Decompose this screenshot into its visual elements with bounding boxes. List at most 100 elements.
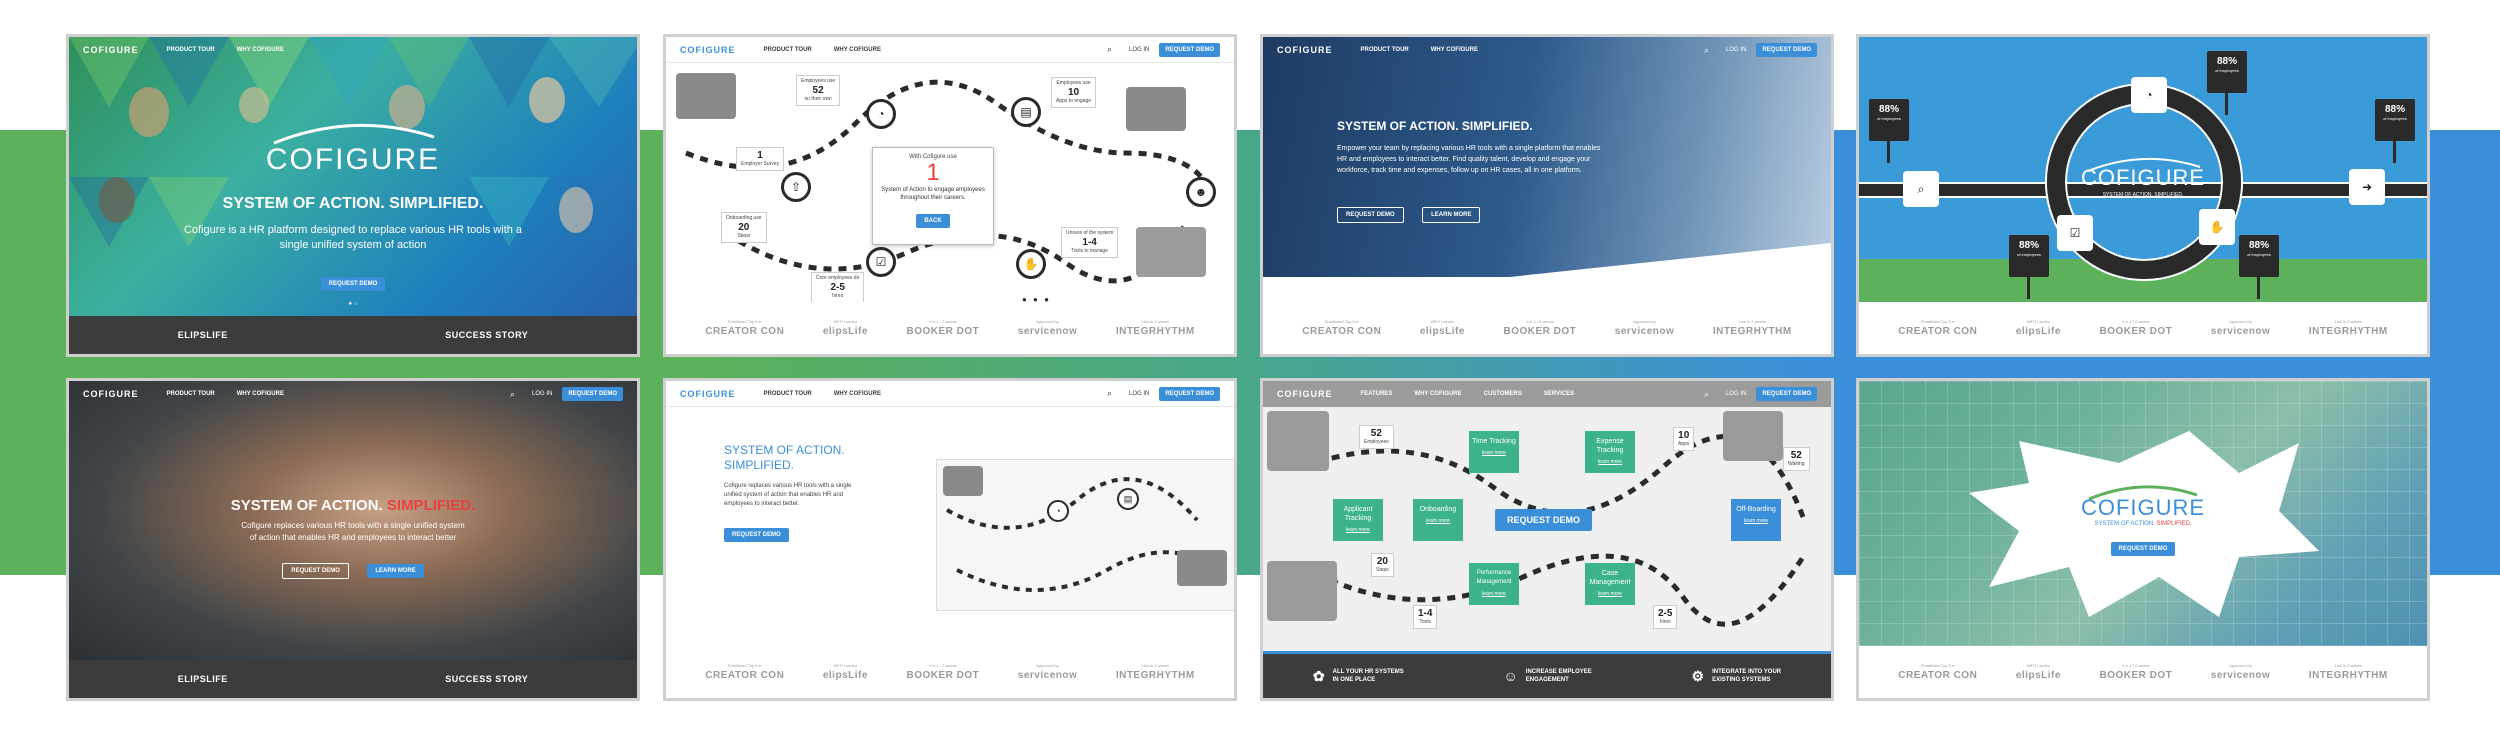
hero-tagline: SYSTEM OF ACTION. SIMPLIFIED. (2094, 521, 2192, 527)
document-icon: ▤ (1011, 97, 1041, 127)
handshake-icon: ✋ (2199, 209, 2235, 245)
modal-back-button[interactable]: BACK (916, 214, 950, 228)
hero-tagline: SYSTEM OF ACTION. SIMPLIFIED. (2102, 192, 2184, 198)
footer-success-story-link[interactable]: SUCCESS STORY (445, 674, 528, 684)
nav-login[interactable]: LOG IN (1726, 47, 1746, 53)
partner-logo: Shortlisted Top 5 in CREATOR CON (1302, 319, 1382, 337)
partner-logo: 1 in 1 / 2 weeks BOOKER DOT (906, 663, 980, 681)
request-demo-button[interactable]: REQUEST DEMO (2110, 542, 2176, 556)
partner-logos: Shortlisted Top 5 in CREATOR CON HRTI / s… (666, 302, 1234, 354)
search-icon[interactable]: ⌕ (1107, 388, 1119, 399)
customer-footer: ELIPSLIFE SUCCESS STORY (69, 316, 637, 354)
partner-logo: Live in 2 weeks INTEGRHYTHM (1712, 319, 1792, 337)
carousel-dots: ● ○ (348, 301, 358, 307)
office-desk-illustration (1723, 411, 1783, 461)
clock-icon: ◔ (1047, 500, 1069, 522)
request-demo-button[interactable]: REQUEST DEMO (320, 277, 386, 291)
nav-why-cofigure[interactable]: WHY COFIGURE (834, 391, 881, 397)
learn-more-button[interactable]: LEARN MORE (1422, 207, 1481, 223)
learn-more-link[interactable]: learn more (1585, 590, 1635, 599)
learn-more-link[interactable]: learn more (1469, 449, 1519, 458)
hero-body-line2: of action that enables HR and employees … (249, 533, 457, 542)
search-icon[interactable]: ⌕ (510, 389, 522, 400)
feature-tile-expense-tracking[interactable]: Expense Tracking learn more (1585, 431, 1635, 473)
search-icon[interactable]: ⌕ (1704, 389, 1716, 400)
nav-product-tour[interactable]: PRODUCT TOUR (764, 391, 812, 397)
top-navigation: COFIGURE PRODUCT TOUR WHY COFIGURE ⌕ LOG… (666, 37, 1234, 63)
nav-request-demo-button[interactable]: REQUEST DEMO (1159, 386, 1220, 401)
paw-icon: ✿ (1312, 668, 1325, 684)
learn-more-link[interactable]: learn more (1585, 458, 1635, 467)
nav-login[interactable]: LOG IN (1129, 47, 1149, 53)
feature-bar: ✿ ALL YOUR HR SYSTEMS IN ONE PLACE ☺ INCREA… (1263, 654, 1831, 698)
footer-success-story-link[interactable]: SUCCESS STORY (445, 330, 528, 340)
partner-logo: Shortlisted Top 5 in CREATOR CON (1898, 319, 1978, 337)
nav-services[interactable]: SERVICES (1544, 391, 1574, 397)
nav-features[interactable]: FEATURES (1361, 391, 1393, 397)
nav-logo[interactable]: COFIGURE (1277, 389, 1333, 399)
nav-product-tour[interactable]: PRODUCT TOUR (167, 391, 215, 397)
customer-footer: ELIPSLIFE SUCCESS STORY (69, 660, 637, 698)
nav-why-cofigure[interactable]: WHY COFIGURE (237, 47, 284, 53)
nav-request-demo-button[interactable]: REQUEST DEMO (1756, 387, 1817, 401)
stat-signpost: 88% of employees (2009, 235, 2049, 299)
feature-tile-case-management[interactable]: Case Management learn more (1585, 563, 1635, 605)
nav-login[interactable]: LOG IN (532, 391, 552, 397)
nav-logo[interactable]: COFIGURE (1277, 45, 1333, 55)
nav-login[interactable]: LOG IN (1726, 391, 1746, 397)
learn-more-link[interactable]: learn more (1333, 526, 1383, 535)
footer-elipslife-link[interactable]: ELIPSLIFE (178, 330, 228, 340)
handshake-icon: ✋ (1016, 249, 1046, 279)
search-person-icon: ⌕ (1903, 171, 1939, 207)
nav-why-cofigure[interactable]: WHY COFIGURE (1414, 391, 1461, 397)
clock-icon: ◔ (866, 99, 896, 129)
rocket-icon: ⇧ (781, 172, 811, 202)
nav-logo[interactable]: COFIGURE (83, 45, 139, 55)
partner-logo: 1 in 1 / 2 weeks BOOKER DOT (1503, 319, 1577, 337)
stat-callout: Employees use 52 on their own (796, 75, 841, 106)
search-icon[interactable]: ⌕ (1107, 44, 1119, 55)
document-icon: ▤ (1117, 488, 1139, 510)
stat-callout: 1-4 Tools (1413, 605, 1438, 629)
feature-tile-applicant-tracking[interactable]: Applicant Tracking learn more (1333, 499, 1383, 541)
nav-request-demo-button[interactable]: REQUEST DEMO (562, 387, 623, 401)
stat-callout: 10 Apps (1673, 427, 1695, 451)
feature-tile-offboarding[interactable]: Off-Boarding learn more (1731, 499, 1781, 541)
request-demo-button[interactable]: REQUEST DEMO (1495, 509, 1593, 531)
request-demo-button[interactable]: REQUEST DEMO (724, 528, 789, 542)
feature-tile-onboarding[interactable]: Onboarding learn more (1413, 499, 1463, 541)
hero-title: SYSTEM OF ACTION. SIMPLIFIED. (222, 195, 484, 212)
partner-logo: HRTI / sector elipsLife (2015, 663, 2061, 681)
request-demo-button[interactable]: REQUEST DEMO (282, 563, 349, 579)
nav-product-tour[interactable]: PRODUCT TOUR (1361, 47, 1409, 53)
mini-journey-panel: ▤ ◔ (936, 459, 1234, 611)
footer-elipslife-link[interactable]: ELIPSLIFE (178, 674, 228, 684)
nav-logo[interactable]: COFIGURE (680, 389, 736, 399)
request-demo-button[interactable]: REQUEST DEMO (1337, 207, 1404, 223)
nav-why-cofigure[interactable]: WHY COFIGURE (237, 391, 284, 397)
nav-customers[interactable]: CUSTOMERS (1484, 391, 1522, 397)
gears-icon: ⚙ (1691, 668, 1705, 684)
feature-tile-time-tracking[interactable]: Time Tracking learn more (1469, 431, 1519, 473)
nav-logo[interactable]: COFIGURE (680, 45, 736, 55)
partner-logos: Shortlisted Top 5 in CREATOR CON HRTI / s… (1263, 302, 1831, 354)
nav-why-cofigure[interactable]: WHY COFIGURE (1431, 47, 1478, 53)
hero-brand: COFIGURE (265, 143, 441, 176)
hero-diagonal (1263, 243, 1831, 303)
learn-more-link[interactable]: learn more (1469, 590, 1519, 599)
nav-why-cofigure[interactable]: WHY COFIGURE (834, 47, 881, 53)
feature-item: ☺ INCREASE EMPLOYEE ENGAGEMENT (1503, 668, 1592, 684)
nav-logo[interactable]: COFIGURE (83, 389, 139, 399)
nav-product-tour[interactable]: PRODUCT TOUR (167, 47, 215, 53)
office-desk-illustration (1177, 550, 1227, 586)
nav-request-demo-button[interactable]: REQUEST DEMO (1159, 42, 1220, 57)
office-desk-illustration (1267, 411, 1329, 471)
learn-more-link[interactable]: learn more (1413, 517, 1463, 526)
nav-product-tour[interactable]: PRODUCT TOUR (764, 47, 812, 53)
nav-login[interactable]: LOG IN (1129, 391, 1149, 397)
feature-tile-performance-management[interactable]: Performance Management learn more (1469, 563, 1519, 605)
nav-request-demo-button[interactable]: REQUEST DEMO (1756, 43, 1817, 57)
learn-more-link[interactable]: learn more (1731, 517, 1781, 526)
learn-more-button[interactable]: LEARN MORE (367, 564, 424, 578)
search-icon[interactable]: ⌕ (1704, 45, 1716, 56)
